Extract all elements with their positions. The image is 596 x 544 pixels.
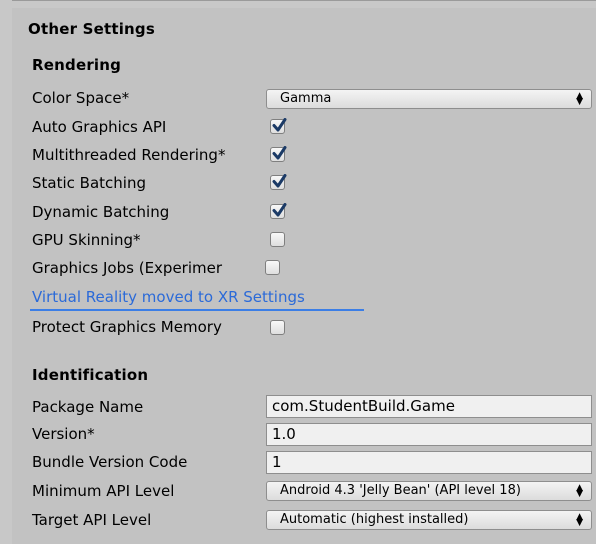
auto-graphics-api-label: Auto Graphics API: [32, 118, 167, 136]
link-underline: [30, 309, 364, 311]
checkmark-icon: [272, 146, 287, 160]
static-batching-label: Static Batching: [32, 174, 146, 192]
virtual-reality-link[interactable]: Virtual Reality moved to XR Settings: [32, 288, 305, 306]
target-api-level-label: Target API Level: [32, 511, 152, 529]
dropdown-arrows-icon: ▲ ▼: [576, 483, 583, 499]
bundle-version-code-label: Bundle Version Code: [32, 453, 188, 471]
checkmark-icon: [272, 203, 287, 217]
color-space-value: Gamma: [280, 91, 332, 106]
gpu-skinning-checkbox[interactable]: [270, 232, 285, 247]
bundle-version-code-field[interactable]: 1: [266, 451, 592, 474]
target-api-level-dropdown[interactable]: Automatic (highest installed) ▲ ▼: [266, 510, 592, 530]
multithreaded-rendering-checkbox[interactable]: [270, 146, 287, 162]
auto-graphics-api-checkbox[interactable]: [270, 118, 287, 134]
multithreaded-rendering-label: Multithreaded Rendering*: [32, 146, 226, 164]
dropdown-arrows-icon: ▲ ▼: [576, 512, 583, 528]
other-settings-header[interactable]: Other Settings: [28, 20, 155, 38]
dropdown-arrows-icon: ▲ ▼: [576, 91, 583, 107]
dynamic-batching-checkbox[interactable]: [270, 203, 287, 219]
top-divider: [12, 0, 596, 1]
version-label: Version*: [32, 425, 95, 443]
checkmark-icon: [272, 118, 287, 132]
dynamic-batching-label: Dynamic Batching: [32, 203, 170, 221]
graphics-jobs-checkbox[interactable]: [265, 260, 280, 275]
version-field[interactable]: 1.0: [266, 423, 592, 446]
target-api-level-value: Automatic (highest installed): [280, 512, 469, 527]
graphics-jobs-label: Graphics Jobs (Experimer: [32, 259, 223, 277]
package-name-label: Package Name: [32, 398, 144, 416]
color-space-dropdown[interactable]: Gamma ▲ ▼: [266, 89, 592, 109]
identification-header: Identification: [32, 366, 149, 384]
package-name-field[interactable]: com.StudentBuild.Game: [266, 395, 592, 418]
gpu-skinning-label: GPU Skinning*: [32, 231, 141, 249]
minimum-api-level-value: Android 4.3 'Jelly Bean' (API level 18): [280, 483, 521, 498]
color-space-label: Color Space*: [32, 89, 130, 107]
minimum-api-level-label: Minimum API Level: [32, 482, 175, 500]
static-batching-checkbox[interactable]: [270, 174, 287, 190]
protect-graphics-memory-label: Protect Graphics Memory: [32, 318, 222, 336]
checkmark-icon: [272, 174, 287, 188]
rendering-header: Rendering: [32, 56, 122, 74]
protect-graphics-memory-checkbox[interactable]: [270, 320, 285, 335]
minimum-api-level-dropdown[interactable]: Android 4.3 'Jelly Bean' (API level 18) …: [266, 481, 592, 501]
